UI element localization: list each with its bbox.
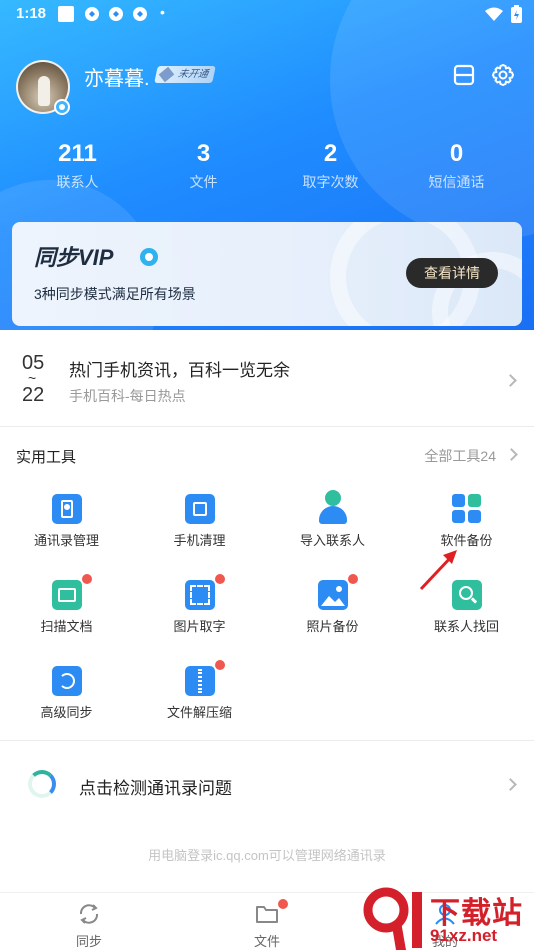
stat-label: 短信通话	[428, 174, 485, 190]
tool-phone-clean[interactable]: 手机清理	[133, 494, 266, 574]
folder-icon	[256, 906, 278, 923]
web-manage-hint: 用电脑登录ic.qq.com可以管理网络通讯录	[148, 848, 386, 863]
scan-document-icon	[52, 580, 82, 610]
tab-files[interactable]: 文件	[178, 893, 356, 950]
tool-photo-backup[interactable]: 照片备份	[266, 574, 399, 660]
wifi-icon	[485, 7, 503, 21]
tool-contacts-manager[interactable]: 通讯录管理	[0, 494, 133, 574]
news-headline: 热门手机资讯，百科一览无余	[69, 361, 290, 380]
status-right-icons	[485, 5, 522, 23]
tool-label: 照片备份	[306, 619, 359, 634]
vip-badge-icon	[140, 248, 158, 266]
contact-recover-icon	[452, 580, 482, 610]
chevron-right-icon[interactable]	[505, 448, 518, 461]
vip-status-text: 未开通	[176, 69, 210, 80]
sync-icon	[79, 904, 99, 924]
tool-image-text[interactable]: 图片取字	[133, 574, 266, 660]
status-bar: 1:18 •	[0, 0, 534, 28]
vip-status-tag[interactable]: 未开通	[154, 66, 216, 83]
image-text-icon	[185, 580, 215, 610]
app-notification-icon	[133, 7, 147, 21]
stat-value: 0	[449, 140, 464, 167]
watermark-url: 91xz.net	[430, 926, 498, 945]
divider	[0, 740, 534, 741]
new-badge	[215, 660, 225, 670]
news-date-end: 22	[22, 384, 45, 406]
stat-value: 211	[58, 140, 97, 167]
file-unzip-icon	[185, 666, 215, 696]
view-details-button[interactable]: 查看详情	[406, 258, 498, 288]
qq-badge-icon	[54, 99, 70, 115]
app-notification-icon	[109, 7, 123, 21]
header-decoration	[330, 0, 534, 240]
chevron-right-icon	[504, 374, 517, 387]
tool-label: 手机清理	[173, 533, 226, 548]
chevron-right-icon	[504, 778, 517, 791]
all-tools-link[interactable]: 全部工具24	[424, 446, 496, 466]
loading-ring-icon	[28, 770, 56, 798]
sync-vip-card[interactable]: 同步VIP 3种同步模式满足所有场景 查看详情	[12, 222, 522, 326]
tool-import-contacts[interactable]: 导入联系人	[266, 490, 399, 574]
tab-label: 文件	[253, 934, 280, 949]
contacts-book-icon	[52, 494, 82, 524]
stat-label: 取字次数	[302, 174, 359, 190]
tools-header: 实用工具 全部工具24	[0, 434, 534, 474]
contacts-check-row[interactable]: 点击检测通讯录问题	[0, 742, 534, 830]
tool-scan-document[interactable]: 扫描文档	[0, 574, 133, 660]
divider	[0, 426, 534, 427]
notification-icon	[58, 6, 74, 22]
site-watermark: 下载站 91xz.net	[362, 886, 534, 950]
app-notification-icon	[85, 7, 99, 21]
tool-label: 导入联系人	[299, 533, 365, 548]
tool-file-unzip[interactable]: 文件解压缩	[133, 660, 266, 746]
watermark-logo-icon	[363, 887, 422, 950]
new-badge	[348, 574, 358, 584]
news-source: 手机百科-每日热点	[69, 388, 186, 404]
settings-gear-icon[interactable]	[490, 62, 516, 88]
stat-label: 联系人	[56, 174, 99, 190]
stat-files[interactable]: 3 文件	[137, 138, 270, 192]
tools-title: 实用工具	[16, 449, 77, 466]
tool-label: 图片取字	[173, 619, 226, 634]
avatar-figure	[38, 76, 50, 106]
news-banner[interactable]: 05 ~ 22 热门手机资讯，百科一览无余 手机百科-每日热点	[0, 340, 534, 426]
stat-label: 文件	[189, 174, 218, 190]
new-badge	[215, 574, 225, 584]
tool-label: 扫描文档	[40, 619, 93, 634]
diamond-icon	[158, 66, 175, 83]
stats-row: 211 联系人 3 文件 2 取字次数 0 短信通话	[0, 138, 534, 198]
username[interactable]: 亦暮暮.	[84, 62, 150, 91]
more-notifications-dot: •	[160, 4, 165, 20]
photo-backup-icon	[318, 580, 348, 610]
tool-label: 文件解压缩	[166, 705, 232, 720]
vip-card-description: 3种同步模式满足所有场景	[34, 286, 196, 302]
phone-clean-icon	[185, 494, 215, 524]
import-contact-icon	[318, 490, 348, 524]
stat-value: 2	[323, 140, 338, 167]
stat-text-extract[interactable]: 2 取字次数	[264, 138, 397, 192]
status-time: 1:18	[16, 5, 47, 22]
stat-sms-calls[interactable]: 0 短信通话	[390, 138, 523, 192]
new-badge	[82, 574, 92, 584]
tool-contact-recover[interactable]: 联系人找回	[400, 580, 533, 660]
app-backup-icon	[452, 494, 482, 524]
stat-contacts[interactable]: 211 联系人	[11, 138, 144, 192]
tool-label: 联系人找回	[433, 619, 499, 634]
battery-icon	[511, 5, 522, 23]
stat-value: 3	[196, 140, 211, 167]
contacts-check-label: 点击检测通讯录问题	[79, 779, 232, 798]
tool-advanced-sync[interactable]: 高级同步	[0, 666, 133, 746]
advanced-sync-icon	[52, 666, 82, 696]
scan-icon[interactable]	[451, 62, 477, 88]
tab-label: 同步	[75, 934, 102, 949]
tool-label: 高级同步	[40, 705, 93, 720]
tool-label: 通讯录管理	[33, 533, 99, 548]
new-badge	[278, 899, 288, 909]
vip-card-title: 同步VIP	[34, 245, 114, 270]
tab-sync[interactable]: 同步	[0, 893, 178, 950]
